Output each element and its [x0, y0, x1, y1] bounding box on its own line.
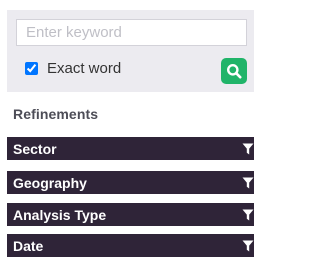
exact-word-checkbox[interactable] [25, 61, 38, 75]
facet-geography[interactable]: Geography [7, 171, 254, 194]
filter-icon [242, 240, 254, 252]
search-button[interactable] [221, 58, 247, 84]
exact-word-option[interactable]: Exact word [25, 58, 121, 78]
keyword-input[interactable] [16, 19, 247, 46]
filter-icon [242, 209, 254, 221]
keyword-search-panel: Exact word [7, 10, 254, 92]
facet-label: Geography [13, 174, 87, 191]
filter-icon [242, 143, 254, 155]
filter-icon [242, 177, 254, 189]
facet-date[interactable]: Date [7, 234, 254, 257]
exact-word-label: Exact word [47, 59, 122, 77]
facet-analysis-type[interactable]: Analysis Type [7, 203, 254, 226]
facet-sector[interactable]: Sector [7, 137, 254, 160]
search-icon [227, 64, 242, 79]
refinements-heading: Refinements [13, 106, 99, 122]
facet-label: Sector [13, 140, 57, 157]
facet-label: Analysis Type [13, 206, 107, 223]
facet-label: Date [13, 237, 44, 254]
